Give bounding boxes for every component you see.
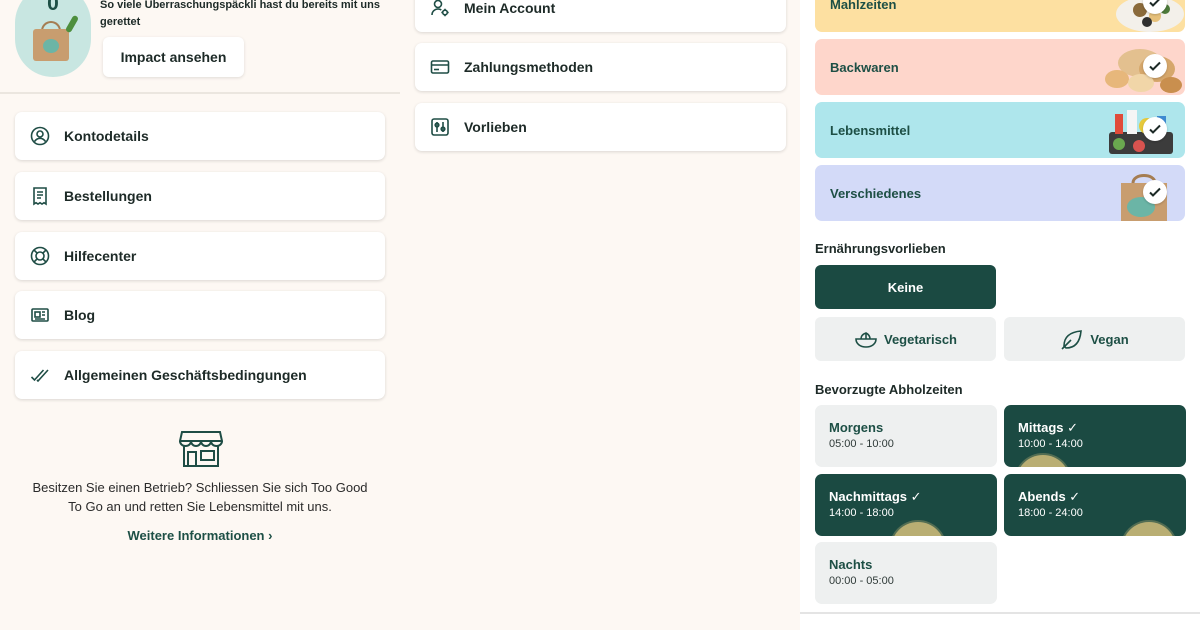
- meal-bowl-icon: [1116, 0, 1184, 32]
- store-icon: [178, 430, 224, 468]
- pickup-slot-mittags[interactable]: Mittags ✓ 10:00 - 14:00: [1004, 405, 1186, 467]
- category-label: Mahlzeiten: [830, 0, 897, 12]
- pickup-slot-morgens[interactable]: Morgens 05:00 - 10:00: [815, 405, 997, 467]
- double-check-icon: [29, 364, 51, 386]
- slot-time: 18:00 - 24:00: [1018, 507, 1083, 519]
- leaf-icon: [1061, 330, 1083, 350]
- impact-badge: 0: [15, 0, 91, 77]
- receipt-icon: [29, 185, 51, 207]
- slot-time: 14:00 - 18:00: [829, 507, 894, 519]
- chevron-right-icon: ›: [268, 528, 273, 543]
- divider: [0, 92, 400, 94]
- diet-option-keine[interactable]: Keine: [815, 265, 996, 309]
- category-card-mahlzeiten[interactable]: Mahlzeiten: [815, 0, 1185, 32]
- menu-item-label: Hilfecenter: [64, 248, 137, 264]
- category-label: Verschiedenes: [830, 185, 922, 201]
- newspaper-icon: [29, 304, 51, 326]
- business-invite-text: Besitzen Sie einen Betrieb? Schliessen S…: [32, 480, 368, 514]
- slot-name: Mittags ✓: [1018, 420, 1079, 435]
- bread-icon: [1105, 49, 1182, 93]
- surprise-bag-icon: [1121, 174, 1167, 221]
- impact-button[interactable]: Impact ansehen: [103, 37, 244, 77]
- preferences-panel: Mahlzeiten Backwaren Lebensmittel Versch…: [800, 0, 1200, 630]
- slot-time: 00:00 - 05:00: [829, 575, 894, 587]
- sliders-icon: [429, 116, 451, 138]
- settings-item-preferences[interactable]: Vorlieben: [415, 103, 786, 151]
- settings-item-label: Vorlieben: [464, 119, 527, 135]
- category-label: Backwaren: [830, 59, 899, 75]
- more-info-link[interactable]: Weitere Informationen ›: [0, 528, 400, 543]
- menu-item-agb[interactable]: Allgemeinen Geschäftsbedingungen: [15, 351, 385, 399]
- category-check-icon: [1143, 54, 1167, 78]
- settings-item-account[interactable]: Mein Account: [415, 0, 786, 32]
- sun-icon: [1016, 455, 1070, 467]
- menu-item-label: Bestellungen: [64, 188, 152, 204]
- profile-panel: 0 So viele Überraschungspäckli hast du b…: [0, 0, 400, 630]
- pickup-slot-nachmittags[interactable]: Nachmittags ✓ 14:00 - 18:00: [815, 474, 997, 536]
- sun-icon: [1122, 522, 1176, 536]
- slot-name: Nachts: [829, 557, 873, 572]
- settings-item-payment[interactable]: Zahlungsmethoden: [415, 43, 786, 91]
- saved-count: 0: [47, 0, 59, 15]
- diet-section-title: Ernährungsvorlieben: [815, 241, 946, 256]
- diet-option-vegetarisch[interactable]: Vegetarisch: [815, 317, 996, 361]
- slot-time: 05:00 - 10:00: [829, 438, 894, 450]
- category-check-icon: [1143, 180, 1167, 204]
- menu-item-label: Kontodetails: [64, 128, 149, 144]
- pickup-slot-nachts[interactable]: Nachts 00:00 - 05:00: [815, 542, 997, 604]
- menu-item-label: Blog: [64, 307, 96, 323]
- surprise-bag-icon: [33, 29, 69, 61]
- salad-bowl-icon: [855, 332, 877, 348]
- menu-item-hilfecenter[interactable]: Hilfecenter: [15, 232, 385, 280]
- menu-item-kontodetails[interactable]: Kontodetails: [15, 112, 385, 160]
- divider: [800, 612, 1200, 614]
- lifebuoy-icon: [29, 245, 51, 267]
- slot-name: Abends ✓: [1018, 489, 1081, 504]
- category-card-backwaren[interactable]: Backwaren: [815, 39, 1185, 95]
- slot-time: 10:00 - 14:00: [1018, 438, 1083, 450]
- menu-item-bestellungen[interactable]: Bestellungen: [15, 172, 385, 220]
- menu-item-label: Allgemeinen Geschäftsbedingungen: [64, 367, 307, 383]
- category-check-icon: [1143, 117, 1167, 141]
- category-label: Lebensmittel: [830, 122, 911, 138]
- slot-name: Morgens: [829, 420, 884, 435]
- sun-icon: [891, 522, 945, 536]
- grocery-basket-icon: [1109, 110, 1173, 154]
- settings-panel: Mein Account Zahlungsmethoden Vorlieben: [400, 0, 800, 630]
- user-circle-icon: [29, 125, 51, 147]
- pickup-slot-abends[interactable]: Abends ✓ 18:00 - 24:00: [1004, 474, 1186, 536]
- slot-name: Nachmittags ✓: [829, 489, 922, 504]
- settings-item-label: Zahlungsmethoden: [464, 59, 594, 75]
- account-settings-icon: [429, 0, 451, 19]
- pickup-section-title: Bevorzugte Abholzeiten: [815, 382, 963, 397]
- category-card-lebensmittel[interactable]: Lebensmittel: [815, 102, 1185, 158]
- category-card-verschiedenes[interactable]: Verschiedenes: [815, 165, 1185, 221]
- settings-item-label: Mein Account: [464, 0, 556, 16]
- leaf-icon: [64, 14, 80, 34]
- menu-item-blog[interactable]: Blog: [15, 291, 385, 339]
- diet-option-vegan[interactable]: Vegan: [1004, 317, 1185, 361]
- credit-card-icon: [429, 56, 451, 78]
- impact-description: So viele Überraschungspäckli hast du ber…: [100, 0, 380, 28]
